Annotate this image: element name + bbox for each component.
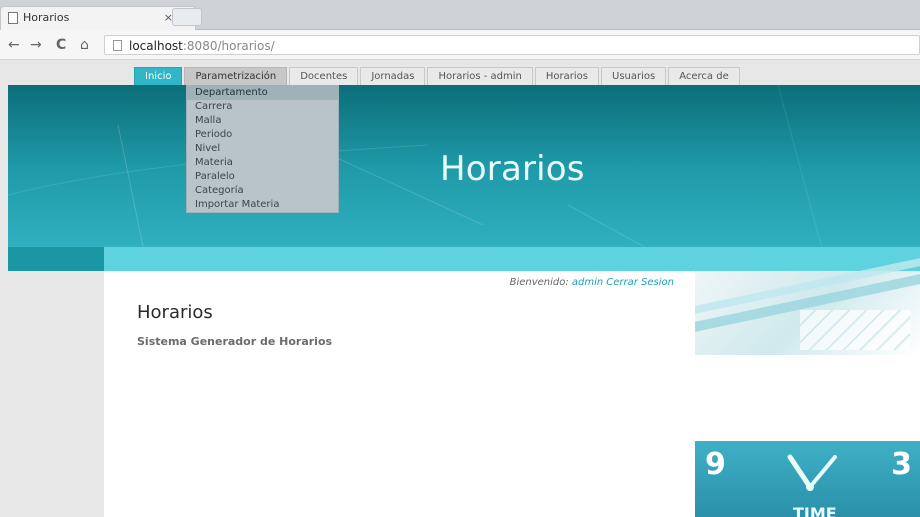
dropdown-item[interactable]: Importar Materia [187, 198, 338, 212]
page: Inicio Parametrización Docentes Jornadas… [0, 61, 920, 517]
site-title: Horarios [440, 149, 585, 189]
tab-title: Horarios [23, 11, 70, 24]
clock-image: 9 3 TIME [695, 441, 920, 517]
reload-icon[interactable]: C [56, 37, 66, 53]
address-text: localhost:8080/horarios/ [129, 39, 275, 53]
welcome-prefix: Bienvenido: [509, 277, 572, 288]
parametrizacion-dropdown: Departamento Carrera Malla Periodo Nivel… [186, 85, 339, 213]
menu-item[interactable]: Acerca de [668, 67, 740, 85]
dropdown-item[interactable]: Nivel [187, 142, 338, 156]
menu-item[interactable]: Jornadas [360, 67, 426, 85]
page-icon [8, 12, 18, 24]
banner-band-left [8, 247, 104, 271]
clock-text: TIME [793, 504, 837, 517]
dropdown-item[interactable]: Malla [187, 114, 338, 128]
hero-banner: Horarios [8, 85, 920, 271]
menu-item[interactable]: Usuarios [601, 67, 667, 85]
browser-tab[interactable]: Horarios × [0, 6, 196, 30]
clock-9: 9 [705, 447, 726, 482]
menu-item[interactable]: Docentes [289, 67, 359, 85]
welcome-line: Bienvenido: admin Cerrar Sesion [510, 277, 674, 288]
menu-item[interactable]: Horarios [534, 67, 599, 85]
main-content: Bienvenido: admin Cerrar Sesion Horarios … [104, 258, 920, 517]
address-bar[interactable]: localhost:8080/horarios/ [104, 35, 920, 55]
welcome-user: admin [571, 277, 604, 288]
menu-item[interactable]: Horarios - admin [427, 67, 533, 85]
menu-item[interactable]: Inicio [134, 67, 183, 85]
clock-3: 3 [891, 447, 912, 482]
top-menu: Inicio Parametrización Docentes Jornadas… [134, 67, 740, 85]
home-icon[interactable]: ⌂ [80, 37, 89, 53]
url-rest: :8080/horarios/ [182, 39, 275, 53]
dropdown-item[interactable]: Departamento [187, 86, 338, 100]
dropdown-item[interactable]: Categoría [187, 184, 338, 198]
new-tab-button[interactable] [172, 8, 202, 26]
dropdown-item[interactable]: Periodo [187, 128, 338, 142]
dropdown-item[interactable]: Materia [187, 156, 338, 170]
back-icon[interactable]: ← [8, 37, 20, 53]
banner-band [104, 247, 920, 271]
forward-icon[interactable]: → [30, 37, 42, 53]
dropdown-item[interactable]: Carrera [187, 100, 338, 114]
page-icon [113, 40, 122, 51]
dropdown-item[interactable]: Paralelo [187, 170, 338, 184]
page-subtitle: Sistema Generador de Horarios [137, 335, 333, 348]
url-host: localhost [129, 39, 183, 53]
menu-item[interactable]: Parametrización [184, 67, 288, 85]
logout-link[interactable]: Cerrar Sesion [606, 277, 674, 288]
browser-toolbar: ← → C ⌂ localhost:8080/horarios/ [0, 30, 920, 60]
browser-tabstrip: Horarios × [0, 0, 920, 30]
page-title: Horarios [137, 302, 213, 323]
keyboard-image [695, 258, 920, 355]
keyboard-keys [800, 310, 910, 350]
